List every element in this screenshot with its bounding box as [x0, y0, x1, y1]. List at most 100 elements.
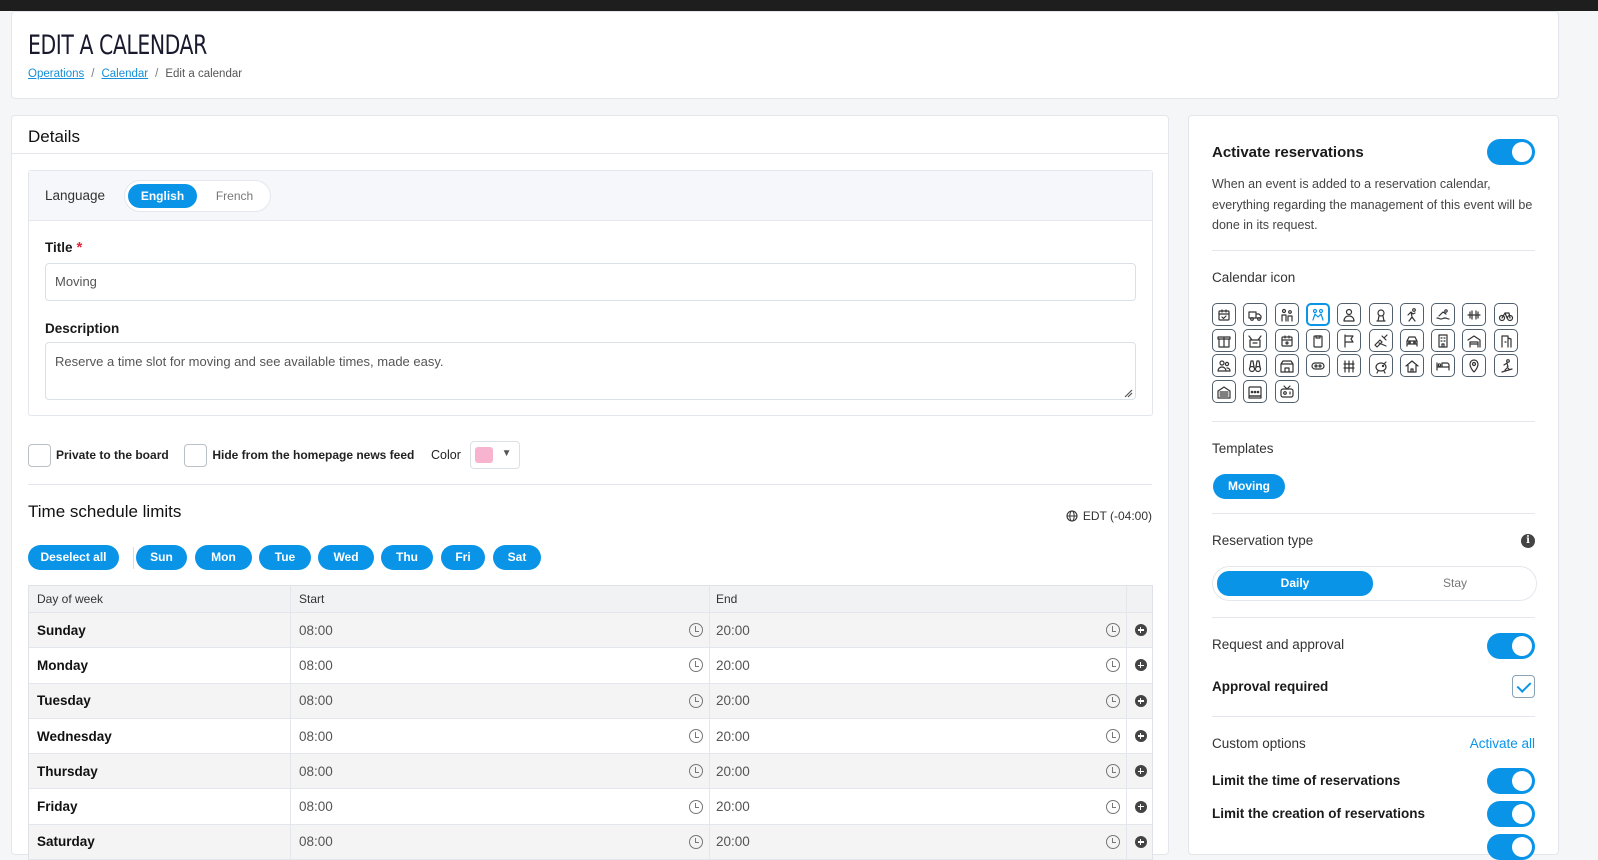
reservation-stay-option[interactable]: Stay	[1377, 571, 1533, 596]
tv-icon[interactable]	[1274, 380, 1299, 403]
add-slot-button[interactable]	[1127, 719, 1154, 753]
language-french-option[interactable]: French	[201, 184, 268, 208]
running-icon[interactable]	[1399, 303, 1424, 326]
color-select[interactable]: ▼	[470, 441, 521, 469]
clock-icon[interactable]	[1106, 693, 1120, 708]
truck-icon[interactable]	[1243, 303, 1268, 326]
end-time-input[interactable]: 20:00	[710, 718, 1127, 754]
skiing-icon[interactable]	[1493, 354, 1518, 377]
user-icon[interactable]	[1337, 303, 1362, 326]
limit-creation-toggle[interactable]	[1487, 801, 1535, 827]
grid-icon[interactable]	[1337, 354, 1362, 377]
clock-icon[interactable]	[1106, 623, 1120, 638]
clock-icon[interactable]	[689, 623, 703, 638]
add-slot-button[interactable]	[1127, 754, 1154, 788]
house-icon[interactable]	[1399, 354, 1424, 377]
end-time-input[interactable]: 20:00	[710, 683, 1127, 718]
day-sat-button[interactable]: Sat	[493, 545, 541, 570]
package-icon[interactable]	[1212, 329, 1236, 352]
add-slot-button[interactable]	[1127, 648, 1154, 682]
clock-icon[interactable]	[689, 764, 703, 779]
clock-icon[interactable]	[689, 658, 703, 673]
start-time-input[interactable]: 08:00	[291, 789, 710, 824]
tools-icon[interactable]	[1368, 329, 1393, 352]
clock-icon[interactable]	[689, 799, 703, 814]
calendar-check-icon[interactable]	[1212, 303, 1236, 326]
day-thu-button[interactable]: Thu	[381, 545, 433, 570]
breadcrumb-current: Edit a calendar	[165, 68, 243, 80]
map-pin-icon[interactable]	[1462, 354, 1487, 377]
car-icon[interactable]	[1399, 329, 1424, 352]
breadcrumb-operations-link[interactable]: Operations	[28, 68, 84, 80]
dots-grid-icon[interactable]	[1243, 380, 1268, 403]
reservation-daily-option[interactable]: Daily	[1217, 571, 1373, 596]
binoculars-icon[interactable]	[1243, 354, 1268, 377]
start-time-input[interactable]: 08:00	[291, 683, 710, 718]
end-time-input[interactable]: 20:00	[710, 648, 1127, 683]
people-icon[interactable]	[1305, 303, 1330, 326]
end-time-input[interactable]: 20:00	[710, 789, 1127, 824]
add-slot-button[interactable]	[1127, 684, 1154, 718]
resize-grip-icon[interactable]	[1124, 389, 1133, 398]
title-input[interactable]: Moving	[45, 263, 1136, 301]
deselect-all-button[interactable]: Deselect all	[28, 545, 119, 570]
dumbbell-icon[interactable]	[1462, 303, 1487, 326]
garage-icon[interactable]	[1462, 329, 1487, 352]
start-time-value: 08:00	[299, 657, 333, 673]
day-sun-button[interactable]: Sun	[136, 545, 187, 570]
end-time-input[interactable]: 20:00	[710, 824, 1127, 860]
day-cell: Monday	[29, 648, 291, 683]
clock-icon[interactable]	[689, 834, 703, 849]
add-slot-button[interactable]	[1127, 825, 1154, 859]
bed-icon[interactable]	[1431, 354, 1456, 377]
language-english-option[interactable]: English	[128, 184, 197, 208]
day-fri-button[interactable]: Fri	[441, 545, 485, 570]
clock-icon[interactable]	[1106, 764, 1120, 779]
clock-icon[interactable]	[1106, 729, 1120, 744]
start-time-input[interactable]: 08:00	[291, 648, 710, 683]
clipboard-icon[interactable]	[1305, 329, 1330, 352]
family-icon[interactable]	[1274, 303, 1299, 326]
description-textarea[interactable]: Reserve a time slot for moving and see a…	[45, 342, 1136, 400]
certificate-icon[interactable]	[1368, 303, 1393, 326]
parking-icon[interactable]	[1212, 380, 1236, 403]
door-icon[interactable]	[1493, 329, 1518, 352]
start-time-input[interactable]: 08:00	[291, 613, 710, 648]
breadcrumb-calendar-link[interactable]: Calendar	[101, 68, 148, 80]
info-icon[interactable]: i	[1521, 534, 1535, 548]
day-tue-button[interactable]: Tue	[259, 545, 311, 570]
day-wed-button[interactable]: Wed	[318, 545, 374, 570]
swimming-icon[interactable]	[1431, 303, 1456, 326]
clock-icon[interactable]	[1106, 834, 1120, 849]
end-time-input[interactable]: 20:00	[710, 754, 1127, 789]
calendar-icon[interactable]	[1274, 329, 1299, 352]
clock-icon[interactable]	[1106, 658, 1120, 673]
activate-reservations-toggle[interactable]	[1487, 139, 1535, 165]
ticket-icon[interactable]	[1305, 354, 1330, 377]
start-time-input[interactable]: 08:00	[291, 824, 710, 860]
hide-homepage-checkbox[interactable]	[184, 443, 208, 467]
building-icon[interactable]	[1431, 329, 1456, 352]
flag-icon[interactable]	[1337, 329, 1362, 352]
next-option-toggle[interactable]	[1487, 834, 1535, 860]
clock-icon[interactable]	[689, 693, 703, 708]
clock-icon[interactable]	[689, 729, 703, 744]
request-approval-toggle[interactable]	[1487, 633, 1535, 659]
limit-time-toggle[interactable]	[1487, 768, 1535, 794]
activate-all-link[interactable]: Activate all	[1470, 736, 1535, 751]
add-slot-button[interactable]	[1127, 789, 1154, 823]
piggy-bank-icon[interactable]	[1368, 354, 1393, 377]
private-checkbox[interactable]	[28, 443, 51, 467]
end-time-input[interactable]: 20:00	[710, 613, 1127, 648]
clock-icon[interactable]	[1106, 799, 1120, 814]
store-icon[interactable]	[1274, 354, 1299, 377]
template-moving-button[interactable]: Moving	[1213, 474, 1285, 499]
box-open-icon[interactable]	[1243, 329, 1268, 352]
start-time-input[interactable]: 08:00	[291, 754, 710, 789]
day-mon-button[interactable]: Mon	[195, 545, 252, 570]
group-icon[interactable]	[1212, 354, 1236, 377]
start-time-input[interactable]: 08:00	[291, 718, 710, 754]
bicycle-icon[interactable]	[1493, 303, 1518, 326]
approval-required-checkbox[interactable]	[1512, 675, 1535, 698]
add-slot-button[interactable]	[1127, 613, 1154, 647]
